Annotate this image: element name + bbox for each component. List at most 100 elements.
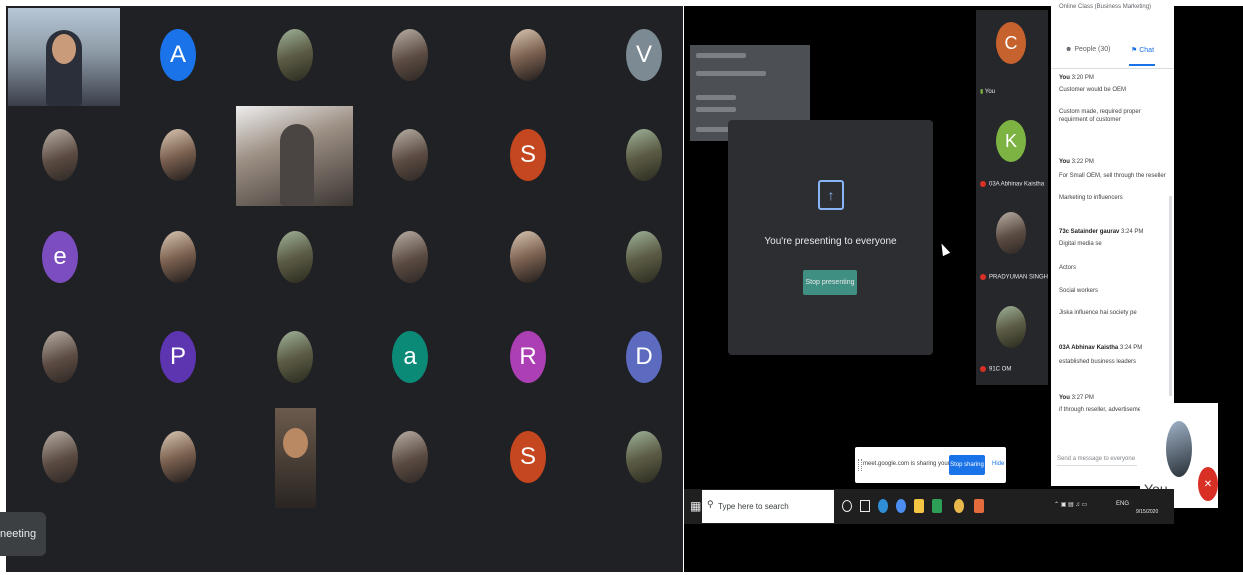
people-icon: ☻ <box>1065 46 1075 53</box>
strip-name-3: 91C OM <box>980 366 1011 373</box>
video-tile-featured[interactable] <box>236 106 353 206</box>
strip-name-1: 03A Abhinav Kaistha <box>980 181 1044 188</box>
file-explorer-icon[interactable] <box>914 499 924 513</box>
chat-message: 73c Satainder gaurav 3:24 PM <box>1059 228 1169 236</box>
chat-icon: ⚑ <box>1131 47 1140 54</box>
chat-header-title: Online Class (Business Marketing) <box>1059 4 1152 10</box>
muted-mic-icon <box>980 274 986 280</box>
chat-line: For Small OEM, sell through the reseller <box>1059 173 1166 179</box>
taskbar-search-box[interactable]: ⚲ Type here to search <box>702 490 834 523</box>
edge-icon[interactable] <box>878 499 888 513</box>
featured-person <box>280 124 314 206</box>
participant-letter-avatar[interactable]: a <box>392 331 428 383</box>
strip-name-text: You <box>984 89 995 95</box>
chat-time: 3:22 PM <box>1071 159 1094 165</box>
participant-photo-avatar[interactable] <box>392 129 428 181</box>
screen-sharing-bar: meet.google.com is sharing your screen. … <box>855 447 1006 483</box>
presenting-message: You're presenting to everyone <box>764 236 897 247</box>
strip-avatar-letter: K <box>1004 130 1017 151</box>
participant-photo-avatar[interactable] <box>626 431 662 483</box>
chrome-icon[interactable] <box>954 499 964 513</box>
chat-sender: You <box>1059 75 1070 81</box>
video-tile-bottom[interactable] <box>275 408 316 508</box>
chat-time: 3:24 PM <box>1121 229 1144 235</box>
present-screen-icon: ↑ <box>818 180 844 210</box>
chat-sender: 73c Satainder gaurav <box>1059 229 1120 235</box>
strip-avatar-2[interactable] <box>996 212 1026 254</box>
participant-photo-avatar[interactable] <box>42 431 78 483</box>
participant-letter-avatar[interactable]: S <box>510 129 546 181</box>
excel-icon[interactable] <box>932 499 942 513</box>
participant-photo-avatar[interactable] <box>510 231 546 283</box>
chat-time: 3:24 PM <box>1119 345 1143 351</box>
taskbar-date[interactable]: 9/15/2020 <box>1136 509 1158 515</box>
chat-line: Actors <box>1059 265 1077 271</box>
participant-photo-avatar[interactable] <box>277 29 313 81</box>
host-video-tile[interactable] <box>8 8 120 106</box>
chat-time: 3:20 PM <box>1071 75 1094 81</box>
meeting-details-chip[interactable]: neeting <box>0 512 46 556</box>
participant-letter-avatar[interactable]: V <box>626 29 662 81</box>
search-placeholder: Type here to search <box>718 502 789 511</box>
stop-presenting-button[interactable]: Stop presenting <box>803 270 857 295</box>
task-view-icon[interactable] <box>860 500 870 512</box>
participant-photo-avatar[interactable] <box>626 231 662 283</box>
ghost-line <box>696 71 766 76</box>
ghost-line <box>696 53 746 58</box>
active-tab-indicator <box>1129 64 1155 66</box>
participant-photo-avatar[interactable] <box>510 29 546 81</box>
drag-handle-icon[interactable] <box>858 459 862 471</box>
ghost-line <box>696 95 736 100</box>
muted-mic-icon <box>980 366 986 372</box>
chat-line: Customer would be OEM <box>1059 87 1127 93</box>
participant-letter-avatar[interactable]: P <box>160 331 196 383</box>
participant-photo-avatar[interactable] <box>160 231 196 283</box>
language-indicator[interactable]: ENG <box>1116 501 1129 507</box>
participant-letter-avatar[interactable]: D <box>626 331 662 383</box>
strip-avatar-letter: C <box>1004 32 1018 53</box>
stop-sharing-button[interactable]: Stop sharing <box>949 455 985 475</box>
chat-line: established business leaders <box>1059 359 1137 365</box>
participant-photo-avatar[interactable] <box>392 231 428 283</box>
participant-photo-avatar[interactable] <box>160 129 196 181</box>
tab-people-label: People (30) <box>1074 46 1111 53</box>
participant-photo-avatar[interactable] <box>392 29 428 81</box>
strip-avatar-3[interactable] <box>996 306 1026 348</box>
chat-time: 3:27 PM <box>1071 395 1094 401</box>
hide-button[interactable]: Hide <box>992 461 1004 467</box>
participant-letter-avatar[interactable]: S <box>510 431 546 483</box>
chat-message-input[interactable]: Send a message to everyone <box>1057 456 1137 466</box>
participant-photo-avatar[interactable] <box>626 129 662 181</box>
strip-name-0: ▮ You <box>980 88 995 95</box>
chat-line: Social workers <box>1059 288 1099 294</box>
participant-photo-avatar[interactable] <box>42 331 78 383</box>
chat-sender: You <box>1059 395 1070 401</box>
participant-photo-avatar[interactable] <box>160 431 196 483</box>
chat-sender: 03A Abhinav Kaistha <box>1059 345 1119 351</box>
strip-avatar-1[interactable]: K <box>996 120 1026 162</box>
chat-line: Jiska influence hai society pe <box>1059 310 1137 316</box>
mic-off-icon[interactable]: ✕ <box>1198 467 1218 501</box>
chat-sender: You <box>1059 159 1070 165</box>
powerpoint-icon[interactable] <box>974 499 984 513</box>
participant-photo-avatar[interactable] <box>392 431 428 483</box>
strip-name-text: PRADYUMAN SINGH <box>989 274 1049 281</box>
strip-avatar-0[interactable]: C <box>996 22 1026 64</box>
tray-icons[interactable]: ⌃ ▣ ▤ ♫ ▭ <box>1054 501 1087 508</box>
tab-people[interactable]: ☻ People (30) <box>1065 46 1111 53</box>
cortana-icon[interactable] <box>842 500 852 512</box>
browser-icon[interactable] <box>896 499 906 513</box>
tab-chat[interactable]: ⚑ Chat <box>1131 46 1154 54</box>
participant-photo-avatar[interactable] <box>42 129 78 181</box>
participant-letter-avatar[interactable]: A <box>160 29 196 81</box>
bottom-person <box>283 428 308 458</box>
chat-scrollbar[interactable] <box>1169 196 1172 396</box>
participant-letter-avatar[interactable]: R <box>510 331 546 383</box>
participant-photo-avatar[interactable] <box>277 231 313 283</box>
strip-name-text: 03A Abhinav Kaistha <box>989 181 1045 188</box>
chat-message: You 3:20 PM <box>1059 74 1169 82</box>
participant-letter-avatar[interactable]: e <box>42 231 78 283</box>
participant-photo-avatar[interactable] <box>277 331 313 383</box>
windows-taskbar: ▦ ⚲ Type here to search ⌃ ▣ ▤ ♫ ▭ ENG 9/… <box>684 489 1174 524</box>
windows-start-icon[interactable]: ▦ <box>690 499 701 513</box>
